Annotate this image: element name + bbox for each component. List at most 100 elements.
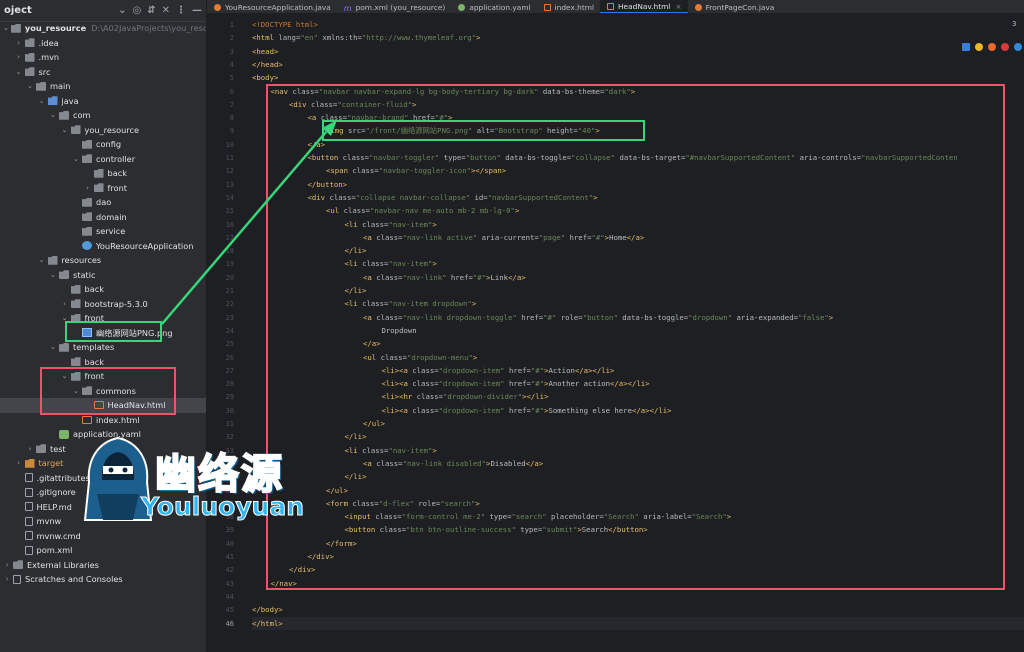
- tree-item[interactable]: dao: [0, 195, 206, 210]
- chevron-down-icon[interactable]: ⌄: [3, 24, 9, 32]
- line-number: 10: [225, 140, 234, 149]
- tree-item[interactable]: back: [0, 166, 206, 181]
- close-tab-icon[interactable]: ×: [675, 2, 681, 11]
- tree-item[interactable]: ⌄ templates: [0, 340, 206, 355]
- tree-item[interactable]: ⌄ static: [0, 268, 206, 283]
- chevron-down-icon[interactable]: ⌄: [118, 5, 126, 16]
- minimize-icon[interactable]: —: [192, 5, 202, 16]
- firefox-icon[interactable]: [988, 43, 996, 51]
- code-line[interactable]: </html>: [252, 616, 1024, 630]
- tree-item[interactable]: ⌄ src: [0, 65, 206, 80]
- chevron-down-icon[interactable]: ⌄: [26, 82, 34, 90]
- chevron-down-icon[interactable]: ⌄: [38, 97, 46, 105]
- chevron-right-icon[interactable]: ›: [3, 561, 11, 569]
- editor-tab[interactable]: index.html: [537, 0, 600, 13]
- locate-icon[interactable]: ◎: [132, 5, 141, 16]
- line-number: 19: [225, 260, 234, 269]
- folder-icon: [82, 212, 92, 222]
- tree-item[interactable]: ⌄ controller: [0, 152, 206, 167]
- tree-item-label: back: [107, 168, 127, 179]
- tree-item[interactable]: ⌄ you_resource: [0, 123, 206, 138]
- tree-item[interactable]: › Scratches and Consoles: [0, 572, 206, 587]
- project-panel-title[interactable]: oject: [4, 5, 32, 16]
- tree-item-label: java: [61, 95, 79, 106]
- chevron-down-icon[interactable]: ⌄: [15, 68, 23, 76]
- line-number: 1: [229, 21, 234, 29]
- line-number: 4: [229, 60, 234, 69]
- code-line[interactable]: <body>: [252, 71, 278, 84]
- folder-icon: [10, 23, 21, 33]
- tree-item-label: .idea: [38, 37, 59, 48]
- java-class-icon: [82, 241, 92, 251]
- tree-item[interactable]: service: [0, 224, 206, 239]
- tree-item[interactable]: › .mvn: [0, 50, 206, 65]
- more-icon[interactable]: ⋮: [176, 5, 186, 16]
- chevron-down-icon[interactable]: ⌄: [72, 155, 80, 163]
- tree-item[interactable]: ⌄ main: [0, 79, 206, 94]
- tree-item[interactable]: › External Libraries: [0, 558, 206, 573]
- editor-tab[interactable]: YouResourceApplication.java: [207, 0, 337, 13]
- opera-icon[interactable]: [1001, 43, 1009, 51]
- chevron-down-icon[interactable]: ⌄: [49, 271, 57, 279]
- line-number: 26: [225, 353, 234, 362]
- chevron-right-icon[interactable]: ›: [15, 53, 23, 61]
- file-icon: [24, 516, 33, 526]
- folder-icon: [59, 342, 69, 352]
- tree-item-label: test: [50, 443, 66, 454]
- chevron-right-icon[interactable]: ›: [15, 459, 23, 467]
- code-line[interactable]: </head>: [252, 58, 283, 71]
- editor-tab-label: index.html: [554, 2, 594, 12]
- editor-tab[interactable]: application.yaml: [451, 0, 536, 13]
- tree-item[interactable]: › bootstrap-5.3.0: [0, 297, 206, 312]
- code-line[interactable]: <head>: [252, 45, 278, 58]
- tree-item[interactable]: ⌄ you_resource D:\A02JavaProjects\you_reso…: [0, 21, 206, 36]
- code-token: <body>: [252, 73, 279, 83]
- watermark-chinese-text: 幽络源: [154, 449, 284, 499]
- tree-item[interactable]: YouResourceApplication: [0, 239, 206, 254]
- code-line[interactable]: </body>: [252, 603, 283, 616]
- tree-item[interactable]: ⌄ java: [0, 94, 206, 109]
- chevron-right-icon[interactable]: ›: [61, 300, 69, 308]
- tree-item[interactable]: config: [0, 137, 206, 152]
- code-token: html: [256, 33, 274, 43]
- chrome-icon[interactable]: [975, 43, 983, 51]
- folder-icon: [36, 81, 46, 91]
- edge-icon[interactable]: [1014, 43, 1022, 51]
- folder-icon: [82, 139, 92, 149]
- tree-item[interactable]: › front: [0, 181, 206, 196]
- close-icon[interactable]: ✕: [162, 5, 170, 16]
- editor-tab[interactable]: m pom.xml (you_resource): [337, 0, 452, 13]
- line-number: 5: [229, 74, 234, 83]
- line-number: 23: [225, 313, 234, 322]
- tree-item[interactable]: ⌄ com: [0, 108, 206, 123]
- youluoyuan-watermark: 幽络源 Youluoyuan: [83, 436, 333, 526]
- tree-item-label: resources: [61, 255, 102, 266]
- code-line[interactable]: <!DOCTYPE html>: [252, 18, 318, 31]
- html-icon: [543, 3, 551, 11]
- tree-item[interactable]: › .idea: [0, 36, 206, 51]
- tree-item[interactable]: pom.xml: [0, 543, 206, 558]
- chevron-down-icon[interactable]: ⌄: [49, 343, 57, 351]
- editor-tab[interactable]: FrontPageCon.java: [688, 0, 781, 13]
- code-line[interactable]: <html lang="en" xmlns:th="http://www.thy…: [252, 31, 481, 44]
- tree-item[interactable]: back: [0, 282, 206, 297]
- tree-item-label: .gitignore: [36, 487, 76, 498]
- folder-orange-icon: [24, 458, 35, 468]
- chevron-down-icon[interactable]: ⌄: [61, 126, 69, 134]
- tree-item[interactable]: ⌄ resources: [0, 253, 206, 268]
- code-token: >: [476, 33, 481, 43]
- tree-item[interactable]: mvnw.cmd: [0, 529, 206, 544]
- tree-item[interactable]: domain: [0, 210, 206, 225]
- chevron-right-icon[interactable]: ›: [84, 184, 92, 192]
- chevron-right-icon[interactable]: ›: [26, 445, 34, 453]
- chevron-right-icon[interactable]: ›: [3, 575, 11, 583]
- intellij-icon[interactable]: [962, 43, 970, 51]
- tree-item-label: templates: [73, 342, 115, 353]
- line-number: 20: [225, 273, 234, 282]
- chevron-down-icon[interactable]: ⌄: [38, 256, 46, 264]
- folder-icon: [82, 197, 92, 207]
- chevron-right-icon[interactable]: ›: [15, 39, 23, 47]
- editor-tab[interactable]: HeadNav.html ×: [600, 0, 688, 13]
- expand-icon[interactable]: ⇵: [147, 5, 155, 16]
- chevron-down-icon[interactable]: ⌄: [49, 111, 57, 119]
